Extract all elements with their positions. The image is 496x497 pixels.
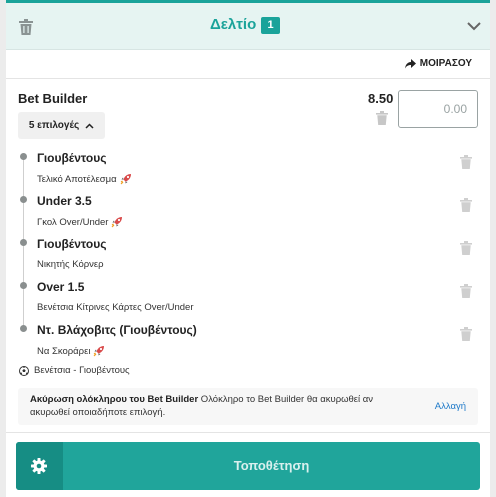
selection-name: Ντ. Βλάχοβιτς (Γιουβέντους) xyxy=(37,323,197,337)
trash-icon[interactable] xyxy=(376,111,388,125)
timeline-dot xyxy=(20,239,27,246)
trash-icon[interactable] xyxy=(19,19,33,35)
trash-icon[interactable] xyxy=(460,241,472,255)
selection-item: Γιουβέντους Τελικό Αποτέλεσμα xyxy=(6,151,490,193)
chevron-up-icon xyxy=(85,122,94,129)
selection-name: Γιουβέντους xyxy=(37,151,107,165)
selection-market-label: Τελικό Αποτέλεσμα xyxy=(37,173,117,185)
event-name: Βενέτσια - Γιουβέντους xyxy=(34,365,130,376)
betslip-title: Δελτίο xyxy=(210,16,257,33)
timeline-dot xyxy=(20,196,27,203)
stake-input[interactable] xyxy=(398,90,478,128)
trash-icon[interactable] xyxy=(460,155,472,169)
trash-icon[interactable] xyxy=(460,198,472,212)
selection-market-label: Βενέτσια Κίτρινες Κάρτες Over/Under xyxy=(37,302,194,313)
selections-toggle-button[interactable]: 5 επιλογές xyxy=(18,112,105,139)
selection-item: Under 3.5 Γκολ Over/Under xyxy=(6,194,490,236)
timeline-dot xyxy=(20,325,27,332)
timeline-dot xyxy=(20,153,27,160)
selection-item: Ντ. Βλάχοβιτς (Γιουβέντους) Να Σκοράρει xyxy=(6,323,490,365)
timeline-dot xyxy=(20,282,27,289)
trash-icon[interactable] xyxy=(460,327,472,341)
selection-market: Βενέτσια Κίτρινες Κάρτες Over/Under xyxy=(37,302,194,313)
place-bet-button[interactable]: Τοποθέτηση xyxy=(16,442,480,490)
football-icon xyxy=(19,365,29,376)
trash-icon[interactable] xyxy=(460,284,472,298)
rocket-icon xyxy=(120,174,131,185)
selections-label: 5 επιλογές xyxy=(28,120,80,131)
selection-name: Under 3.5 xyxy=(37,194,92,208)
bet-builder-odds: 8.50 xyxy=(368,91,394,106)
share-arrow-icon xyxy=(404,58,416,68)
selection-name: Γιουβέντους xyxy=(37,237,107,251)
selection-name: Over 1.5 xyxy=(37,280,85,294)
selection-market: Γκολ Over/Under xyxy=(37,216,123,228)
betslip-header[interactable]: Δελτίο 1 xyxy=(6,3,490,50)
change-link[interactable]: Αλλαγή xyxy=(435,401,466,412)
share-label: ΜΟΙΡΑΣΟΥ xyxy=(419,58,472,69)
place-bet-label: Τοποθέτηση xyxy=(233,458,310,473)
selection-market-label: Να Σκοράρει xyxy=(37,345,91,357)
chevron-down-icon[interactable] xyxy=(467,21,481,31)
selection-item: Γιουβέντους Νικητής Κόρνερ xyxy=(6,237,490,279)
selection-market-label: Νικητής Κόρνερ xyxy=(37,259,104,270)
selection-count-badge: 1 xyxy=(261,17,280,34)
divider xyxy=(6,432,490,433)
gear-icon xyxy=(31,458,47,474)
share-button[interactable]: ΜΟΙΡΑΣΟΥ xyxy=(404,58,472,69)
event-row[interactable]: Βενέτσια - Γιουβέντους xyxy=(19,365,130,376)
divider xyxy=(6,78,490,79)
selection-market-label: Γκολ Over/Under xyxy=(37,216,109,228)
rocket-icon xyxy=(112,217,123,228)
rocket-icon xyxy=(94,346,105,357)
cancel-notice-bold: Ακύρωση ολόκληρου του Bet Builder xyxy=(30,394,199,405)
settings-button[interactable] xyxy=(16,442,63,490)
selection-market: Να Σκοράρει xyxy=(37,345,105,357)
selection-item: Over 1.5 Βενέτσια Κίτρινες Κάρτες Over/Un… xyxy=(6,280,490,322)
selection-market: Τελικό Αποτέλεσμα xyxy=(37,173,132,185)
betslip-panel: Δελτίο 1 ΜΟΙΡΑΣΟΥ Bet Builder 8.50 5 επι… xyxy=(6,0,490,497)
cancel-notice: Ακύρωση ολόκληρου του Bet Builder Ολόκλη… xyxy=(18,388,478,425)
bet-builder-title: Bet Builder xyxy=(18,91,88,106)
cancel-notice-text: Ακύρωση ολόκληρου του Bet Builder Ολόκλη… xyxy=(30,393,415,419)
selection-market: Νικητής Κόρνερ xyxy=(37,259,104,270)
